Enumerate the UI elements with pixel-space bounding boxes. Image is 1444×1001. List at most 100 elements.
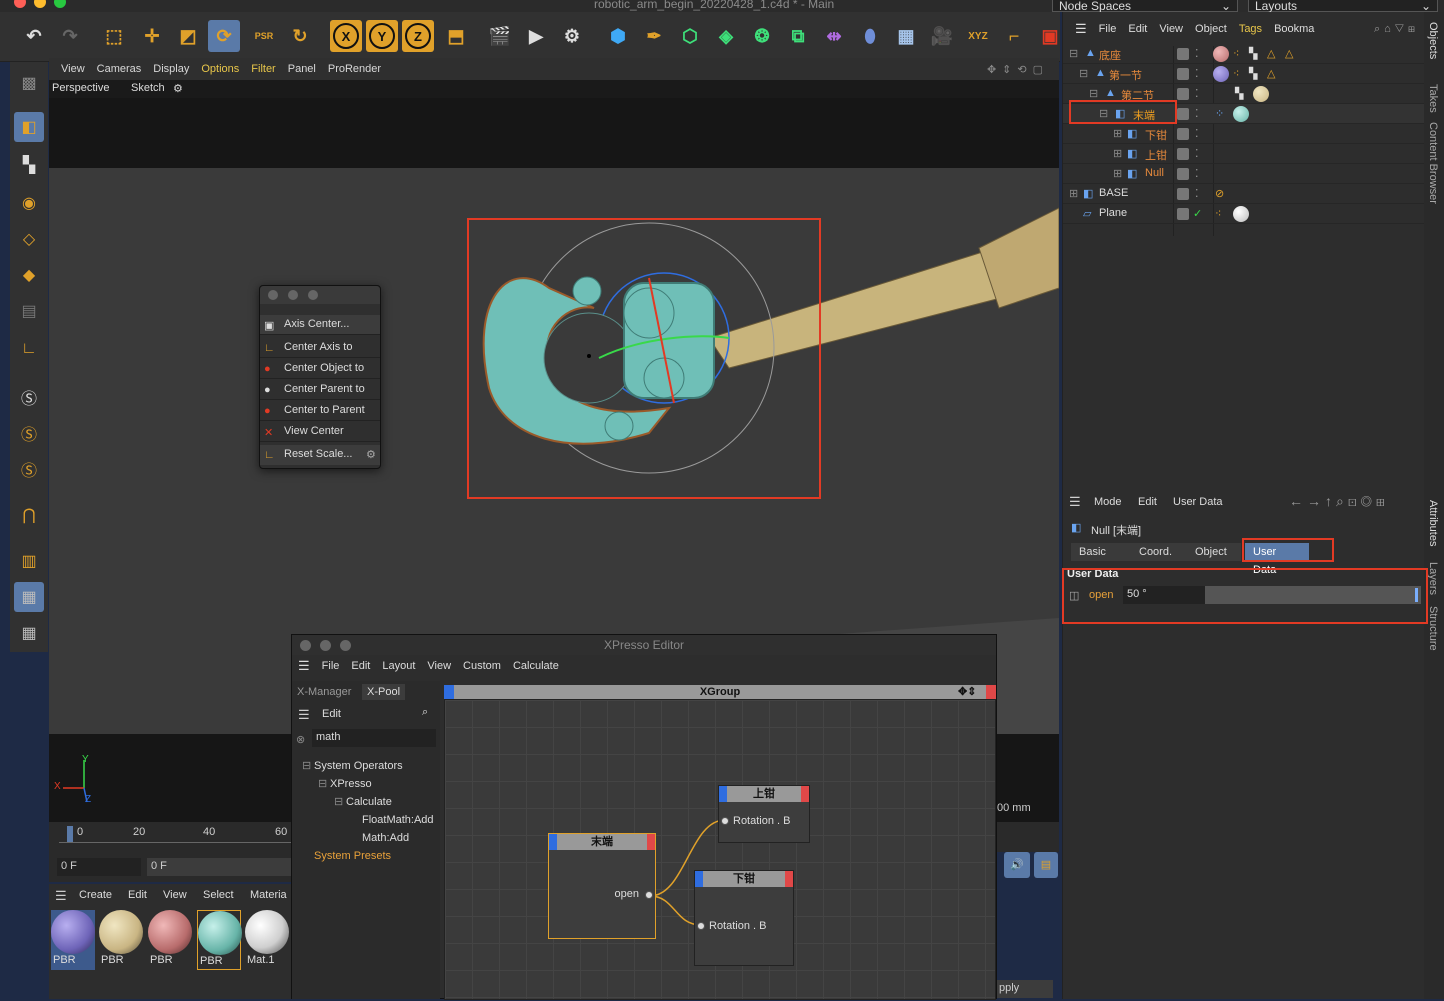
popup-item-reset-scale[interactable]: ∟ Reset Scale... ⚙ [260,445,380,465]
minimize-window-button[interactable] [34,0,46,8]
node-input-port[interactable] [549,834,557,850]
visibility-toggle[interactable] [1177,48,1189,60]
snap-icon[interactable]: ⌐ [998,20,1030,52]
uv-mode-icon[interactable]: ▤ [14,296,44,326]
render-picture-viewer-icon[interactable]: ▶ [520,20,552,52]
tree-toggle-icon[interactable]: ⊞ [1113,167,1122,180]
material-tag-icon[interactable] [1233,206,1249,222]
obj-menu-bookmarks[interactable]: Bookma [1274,23,1314,35]
object-row[interactable]: ⊟ ▲ 底座 ⁚ ⁖ ▚ △ △ [1063,44,1425,64]
points-mode-icon[interactable]: ◉ [14,188,44,218]
search-icon[interactable]: ⌕⌂▽⊞ [1374,23,1419,36]
material-swatch[interactable]: PBR [148,910,192,970]
obj-menu-file[interactable]: File [1099,23,1117,35]
zoom-window-button[interactable] [54,0,66,8]
xgroup-canvas[interactable]: 末端 open 上钳 Rotation . B 下钳 Rotation . B [444,699,996,1000]
polygons-mode-icon[interactable]: ◆ [14,260,44,290]
attr-menu-edit[interactable]: Edit [1138,496,1157,508]
side-tab-attributes[interactable]: Attributes [1427,500,1439,546]
axis-mode-icon[interactable]: ∟ [14,334,44,364]
coordinate-system-icon[interactable]: ⬒ [440,20,472,52]
visibility-toggle[interactable] [1177,148,1189,160]
xgroup-input-port[interactable] [444,685,454,699]
node-output-port[interactable] [785,871,793,887]
redo-icon[interactable]: ↷ [54,20,86,52]
check-icon[interactable]: ✓ [1193,207,1202,220]
checker-tag-icon[interactable]: ▚ [1249,67,1257,80]
hamburger-icon[interactable]: ☰ [1069,494,1081,510]
sound-icon[interactable]: 🔊 [1004,852,1030,878]
popup-item-center-object[interactable]: ● Center Object to [260,359,380,379]
object-row[interactable]: ⊞ ◧ Null ⁚ [1063,164,1425,184]
tree-calculate[interactable]: Calculate [346,796,392,808]
tab-x-manager[interactable]: X-Manager [297,686,351,698]
ik-tag-icon[interactable]: ⁖ [1233,47,1239,60]
object-row[interactable]: ⊟ ▲ 第一节 ⁚ ⁖ ▚ △ [1063,64,1425,84]
mat-menu-edit[interactable]: Edit [128,889,147,901]
locked-workplane-icon[interactable]: ▦ [14,582,44,612]
ik-tag-icon[interactable]: ⁖ [1215,207,1221,220]
film-icon[interactable]: ▤ [1034,852,1058,878]
tree-toggle-icon[interactable]: ⊞ [1113,147,1122,160]
menu-view[interactable]: View [61,63,85,75]
playhead[interactable] [67,826,73,842]
input-port-dot[interactable] [721,817,729,825]
dots-icon[interactable]: ⁚ [1195,47,1199,60]
camera-label[interactable]: Perspective [52,82,109,94]
object-row[interactable]: ⊞ ◧ 下钳 ⁚ [1063,124,1425,144]
checker-tag-icon[interactable]: ▚ [1249,47,1257,60]
xp-menu-file[interactable]: File [322,660,340,672]
tree-floatmath-add[interactable]: FloatMath:Add [362,814,434,826]
object-row[interactable]: ⊞ ◧ 上钳 ⁚ [1063,144,1425,164]
tree-toggle-icon[interactable]: ⊞ [1113,127,1122,140]
start-frame-field[interactable]: 0 F [57,858,141,876]
node-spaces-dropdown[interactable]: Node Spaces ⌄ [1052,0,1238,12]
tab-object[interactable]: Object [1187,543,1241,561]
side-tab-objects[interactable]: Objects [1427,22,1439,59]
apply-button[interactable]: pply [997,980,1053,998]
hamburger-icon[interactable]: ☰ [1075,21,1087,37]
rotate-icon[interactable]: ⟳ [208,20,240,52]
dots-icon[interactable]: ⁚ [1195,187,1199,200]
move-icon[interactable]: ✥⇕ [958,685,976,699]
menu-panel[interactable]: Panel [288,63,316,75]
material-swatch[interactable]: Mat.1 [245,910,289,970]
edges-mode-icon[interactable]: ◇ [14,224,44,254]
xpresso-close-button[interactable] [300,640,311,651]
menu-options[interactable]: Options [201,63,239,75]
material-tag-icon[interactable] [1213,46,1229,62]
cube-icon[interactable]: ⬢ [602,20,634,52]
visibility-toggle[interactable] [1177,108,1189,120]
xgroup-header[interactable]: XGroup ✥⇕ [444,685,996,699]
tree-toggle-icon[interactable]: ⊟ [334,795,343,808]
menu-cameras[interactable]: Cameras [97,63,142,75]
z-axis-lock-button[interactable]: Z [402,20,434,52]
pool-search-input[interactable]: math [312,729,436,747]
dots-icon[interactable]: ⁚ [1195,87,1199,100]
side-tab-content-browser[interactable]: Content Browser [1427,122,1439,204]
settings-icon[interactable]: ⚙ [173,82,183,95]
recent-tool-icon[interactable]: ↻ [284,20,316,52]
xp-menu-custom[interactable]: Custom [463,660,501,672]
fracture-icon[interactable]: ⧉ [782,20,814,52]
popup-zoom-button[interactable] [308,290,318,300]
clear-search-icon[interactable]: ⊗ [296,733,305,746]
visibility-toggle[interactable] [1177,128,1189,140]
floor-icon[interactable]: ▦ [890,20,922,52]
side-tab-structure[interactable]: Structure [1427,606,1439,651]
solo-off-icon[interactable]: Ⓢ [14,382,44,412]
tree-toggle-icon[interactable]: ⊞ [1069,187,1078,200]
dots-icon[interactable]: ⁚ [1195,167,1199,180]
tree-toggle-icon[interactable]: ⊟ [302,759,311,772]
cloner-icon[interactable]: ❂ [746,20,778,52]
hamburger-icon[interactable]: ☰ [298,707,310,723]
psr-icon[interactable]: PSR [248,20,280,52]
popup-item-center-parent[interactable]: ● Center Parent to [260,380,380,400]
material-swatch[interactable]: PBR [197,910,242,970]
node-source[interactable]: 末端 open [548,833,656,939]
tree-toggle-icon[interactable]: ⊟ [1079,67,1088,80]
make-editable-icon[interactable]: ▩ [14,68,44,98]
field-icon[interactable]: ⬮ [854,20,886,52]
hamburger-icon[interactable]: ☰ [298,658,310,674]
hamburger-icon[interactable]: ☰ [55,888,67,904]
